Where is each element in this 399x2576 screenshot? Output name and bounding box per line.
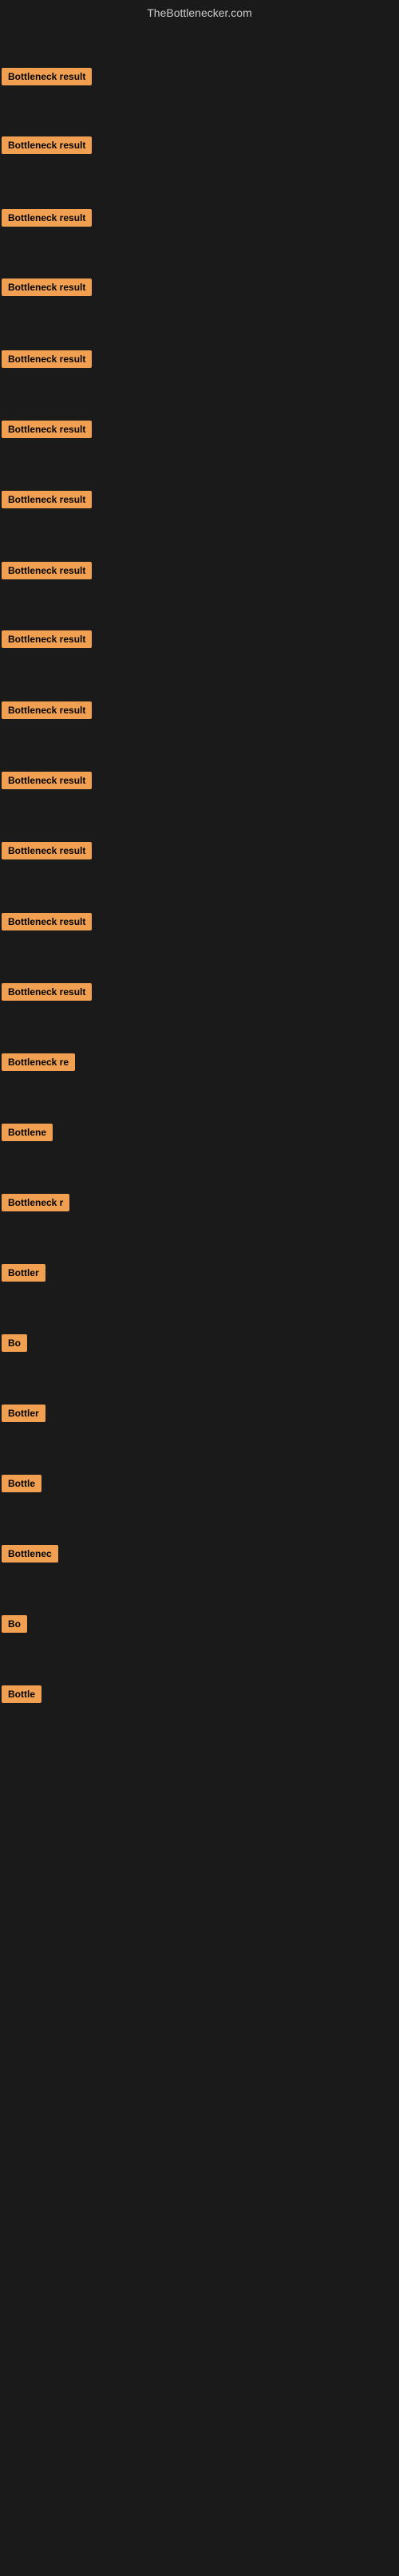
bottleneck-badge-row: Bottleneck r [2, 1194, 69, 1215]
bottleneck-badge-row: Bottleneck result [2, 913, 92, 934]
bottleneck-badge-row: Bottlenec [2, 1545, 58, 1567]
bottleneck-result-badge[interactable]: Bottler [2, 1264, 45, 1282]
bottleneck-badge-row: Bottleneck result [2, 279, 92, 300]
bottleneck-badge-row: Bottleneck result [2, 842, 92, 863]
bottleneck-result-badge[interactable]: Bottle [2, 1685, 41, 1703]
bottleneck-result-badge[interactable]: Bottleneck result [2, 350, 92, 368]
bottleneck-badge-row: Bottleneck re [2, 1053, 75, 1075]
bottleneck-result-badge[interactable]: Bottleneck result [2, 136, 92, 154]
bottleneck-result-badge[interactable]: Bottleneck result [2, 913, 92, 930]
bottleneck-badge-row: Bottle [2, 1475, 41, 1496]
site-title: TheBottlenecker.com [0, 0, 399, 22]
bottleneck-result-badge[interactable]: Bottleneck result [2, 491, 92, 508]
bottleneck-result-badge[interactable]: Bottleneck result [2, 630, 92, 648]
bottleneck-result-badge[interactable]: Bottleneck result [2, 279, 92, 296]
bottleneck-result-badge[interactable]: Bottleneck result [2, 562, 92, 579]
bottleneck-result-badge[interactable]: Bo [2, 1615, 27, 1633]
bottleneck-badge-row: Bottlene [2, 1124, 53, 1145]
bottleneck-badge-row: Bottleneck result [2, 701, 92, 723]
bottleneck-result-badge[interactable]: Bottler [2, 1405, 45, 1422]
bottleneck-badge-row: Bottler [2, 1405, 45, 1426]
bottleneck-badge-row: Bottleneck result [2, 68, 92, 89]
bottleneck-result-badge[interactable]: Bottle [2, 1475, 41, 1492]
bottleneck-result-badge[interactable]: Bottlene [2, 1124, 53, 1141]
bottleneck-result-badge[interactable]: Bottleneck result [2, 772, 92, 789]
bottleneck-badge-row: Bottleneck result [2, 209, 92, 231]
bottleneck-result-badge[interactable]: Bottlenec [2, 1545, 58, 1563]
bottleneck-badge-row: Bottleneck result [2, 983, 92, 1005]
bottleneck-result-badge[interactable]: Bottleneck result [2, 68, 92, 85]
bottleneck-result-badge[interactable]: Bottleneck re [2, 1053, 75, 1071]
bottleneck-result-badge[interactable]: Bottleneck result [2, 842, 92, 859]
bottleneck-badge-row: Bottleneck result [2, 350, 92, 372]
bottleneck-badge-row: Bottler [2, 1264, 45, 1286]
bottleneck-badge-row: Bo [2, 1334, 27, 1356]
bottleneck-badge-row: Bottleneck result [2, 491, 92, 512]
bottleneck-badge-row: Bo [2, 1615, 27, 1637]
bottleneck-result-badge[interactable]: Bo [2, 1334, 27, 1352]
bottleneck-result-badge[interactable]: Bottleneck result [2, 421, 92, 438]
bottleneck-badge-row: Bottleneck result [2, 562, 92, 583]
bottleneck-badge-row: Bottle [2, 1685, 41, 1707]
bottleneck-badge-row: Bottleneck result [2, 630, 92, 652]
bottleneck-result-badge[interactable]: Bottleneck result [2, 701, 92, 719]
bottleneck-result-badge[interactable]: Bottleneck r [2, 1194, 69, 1211]
bottleneck-badge-row: Bottleneck result [2, 772, 92, 793]
bottleneck-result-badge[interactable]: Bottleneck result [2, 983, 92, 1001]
bottleneck-badge-row: Bottleneck result [2, 136, 92, 158]
bottleneck-badge-row: Bottleneck result [2, 421, 92, 442]
bottleneck-result-badge[interactable]: Bottleneck result [2, 209, 92, 227]
